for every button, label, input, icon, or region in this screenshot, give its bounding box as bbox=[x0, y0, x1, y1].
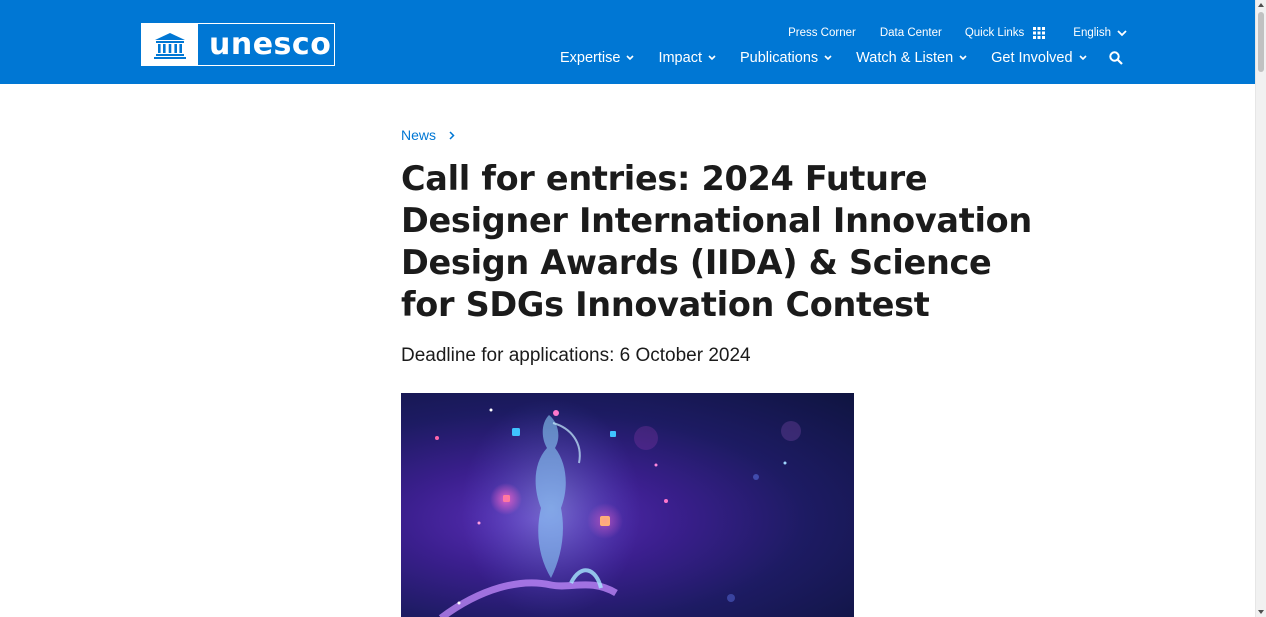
chevron-down-icon bbox=[626, 55, 635, 61]
chevron-down-icon bbox=[824, 55, 832, 61]
language-selector[interactable]: English bbox=[1073, 27, 1127, 39]
scroll-up-icon[interactable] bbox=[1258, 3, 1264, 7]
nav-label: Expertise bbox=[560, 50, 621, 66]
scroll-down-icon[interactable] bbox=[1258, 610, 1264, 614]
unesco-temple-icon bbox=[142, 24, 198, 65]
chevron-down-icon bbox=[1117, 29, 1127, 37]
unesco-logo[interactable]: unesco bbox=[141, 23, 335, 66]
quick-links-label: Quick Links bbox=[964, 27, 1025, 39]
nav-label: Get Involved bbox=[991, 50, 1073, 66]
site-header: unesco Press Corner Data Center Quick Li… bbox=[0, 0, 1255, 84]
chevron-down-icon bbox=[959, 55, 967, 61]
nav-expertise[interactable]: Expertise bbox=[560, 50, 635, 66]
nav-publications[interactable]: Publications bbox=[740, 50, 832, 66]
article-subtitle: Deadline for applications: 6 October 202… bbox=[401, 345, 751, 366]
article: News Call for entries: 2024 Future Desig… bbox=[401, 126, 1041, 368]
page-title: Call for entries: 2024 Future Designer I… bbox=[401, 159, 1032, 324]
press-corner-link[interactable]: Press Corner bbox=[788, 27, 856, 39]
chevron-down-icon bbox=[708, 55, 716, 61]
nav-impact[interactable]: Impact bbox=[658, 50, 716, 66]
scroll-thumb[interactable] bbox=[1258, 12, 1264, 72]
data-center-link[interactable]: Data Center bbox=[880, 27, 942, 39]
nav-label: Watch & Listen bbox=[856, 50, 954, 66]
language-label: English bbox=[1073, 27, 1111, 39]
nav-label: Publications bbox=[739, 50, 819, 66]
chevron-down-icon bbox=[1078, 55, 1087, 61]
nav-label: Impact bbox=[658, 50, 702, 66]
logo-wordmark: unesco bbox=[209, 27, 332, 62]
breadcrumb-news-link[interactable]: News bbox=[401, 127, 436, 143]
quick-links-button[interactable]: Quick Links bbox=[964, 27, 1046, 39]
grid-icon bbox=[1033, 27, 1046, 39]
hero-image bbox=[401, 393, 854, 617]
nav-get-involved[interactable]: Get Involved bbox=[991, 50, 1087, 66]
chevron-right-icon bbox=[449, 130, 455, 140]
nav-watch-listen[interactable]: Watch & Listen bbox=[856, 50, 967, 66]
search-icon[interactable] bbox=[1108, 51, 1123, 65]
utility-nav: Press Corner Data Center Quick Links Eng… bbox=[788, 25, 1127, 41]
breadcrumb: News bbox=[401, 126, 1041, 144]
main-nav: Expertise Impact Publications Watch & Li… bbox=[560, 48, 1123, 68]
scrollbar[interactable] bbox=[1255, 0, 1266, 617]
